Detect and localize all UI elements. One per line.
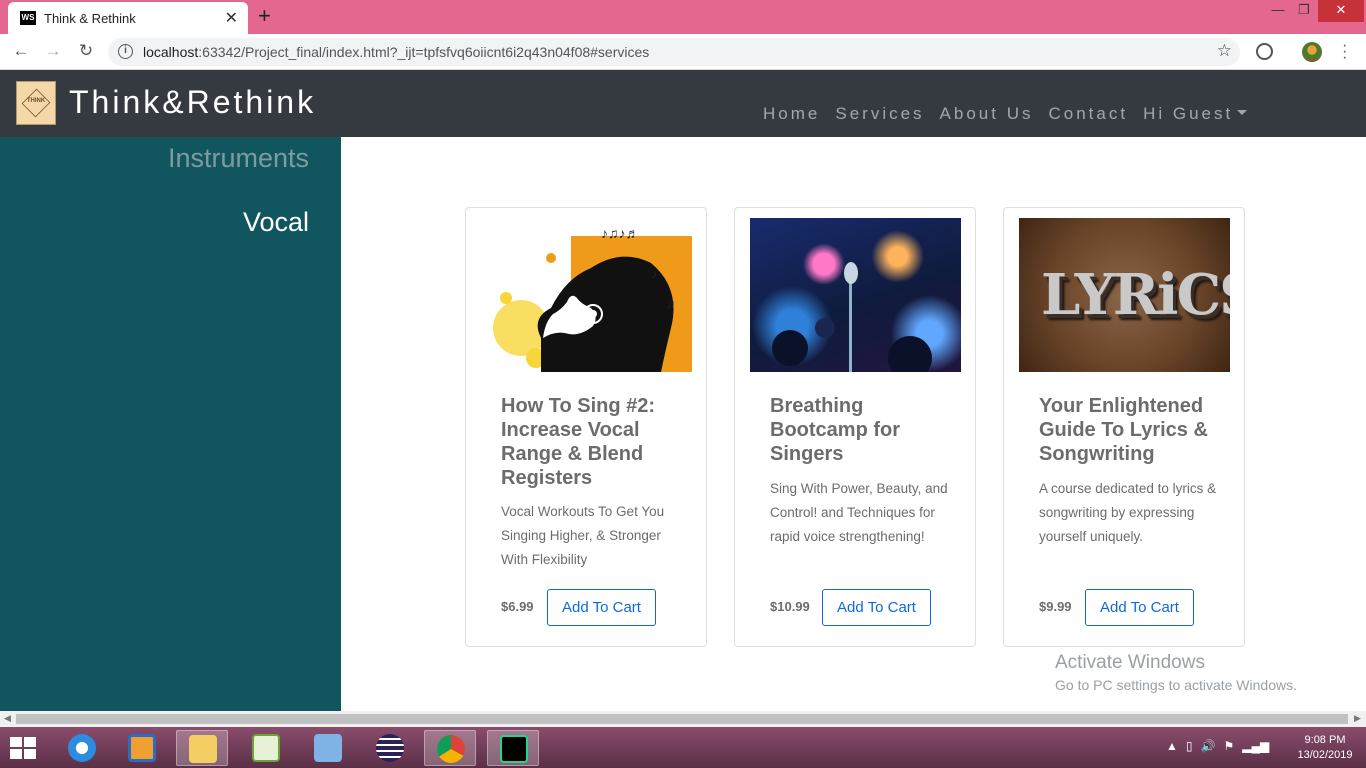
sidebar-item-vocal[interactable]: Vocal (243, 207, 309, 238)
nav-user-dropdown[interactable]: Hi Guest (1143, 104, 1247, 124)
browser-tab-strip: WS Think & Rethink ✕ + — ❐ ✕ (0, 0, 1366, 34)
course-price: $10.99 (770, 599, 810, 614)
tray-expand-icon[interactable]: ▲ (1166, 739, 1178, 753)
scroll-left-icon[interactable]: ◀ (4, 713, 11, 724)
category-sidebar: Instruments Vocal (0, 137, 341, 711)
course-card: LYRiCS Your Enlightened Guide To Lyrics … (1003, 207, 1245, 647)
add-to-cart-button[interactable]: Add To Cart (547, 589, 656, 626)
course-price: $6.99 (501, 599, 534, 614)
window-close-button[interactable]: ✕ (1318, 0, 1364, 22)
scroll-right-icon[interactable]: ▶ (1354, 713, 1361, 724)
browser-tab[interactable]: WS Think & Rethink ✕ (8, 2, 248, 34)
course-description: Vocal Workouts To Get You Singing Higher… (501, 504, 665, 567)
window-minimize-button[interactable]: — (1266, 0, 1290, 22)
notepad-plus-icon[interactable] (240, 730, 292, 766)
course-description: Sing With Power, Beauty, and Control! an… (770, 481, 948, 544)
system-tray: ▲ ▯ 🔊 ⚑ ▂▄▆ (1166, 739, 1269, 753)
nav-services[interactable]: Services (835, 104, 924, 124)
eclipse-icon[interactable] (364, 730, 416, 766)
site-navbar: THINK Think&Rethink Home Services About … (0, 70, 1366, 137)
media-player-icon[interactable] (116, 730, 168, 766)
course-title[interactable]: How To Sing #2: Increase Vocal Range & B… (501, 394, 681, 490)
tab-title: Think & Rethink (44, 11, 136, 26)
webstorm-favicon-icon: WS (20, 11, 36, 25)
forward-arrow-icon[interactable]: → (42, 41, 64, 61)
file-explorer-icon[interactable] (176, 730, 228, 766)
internet-explorer-icon[interactable] (56, 730, 108, 766)
new-tab-button[interactable]: + (258, 4, 271, 28)
svg-text:♪: ♪ (651, 267, 657, 281)
course-image-singer: ♪♫♪♬ ♪ ♫ (481, 218, 692, 372)
bookmark-star-icon[interactable]: ☆ (1217, 41, 1232, 61)
svg-text:♫: ♫ (666, 297, 675, 311)
nav-about-us[interactable]: About Us (940, 104, 1034, 124)
lyrics-letterpress-text: LYRiCS (1041, 262, 1230, 328)
reload-icon[interactable]: ↻ (75, 41, 97, 61)
browser-menu-icon[interactable]: · · · (1342, 38, 1347, 66)
browser-toolbar: ← → ↻ i localhost:63342/Project_final/in… (0, 34, 1366, 70)
control-panel-icon[interactable] (302, 730, 354, 766)
course-price: $9.99 (1039, 599, 1072, 614)
url-text: localhost:63342/Project_final/index.html… (143, 44, 650, 60)
nav-contact[interactable]: Contact (1048, 104, 1128, 124)
volume-icon[interactable]: 🔊 (1201, 739, 1216, 753)
windows-taskbar: ▲ ▯ 🔊 ⚑ ▂▄▆ 9:08 PM 13/02/2019 (0, 727, 1366, 768)
add-to-cart-button[interactable]: Add To Cart (822, 589, 931, 626)
horizontal-scrollbar[interactable]: ◀ ▶ (0, 711, 1366, 727)
svg-text:♪♫♪♬: ♪♫♪♬ (601, 225, 640, 241)
sidebar-item-instruments[interactable]: Instruments (168, 143, 309, 174)
course-card: ♪♫♪♬ ♪ ♫ How To Sing #2: Increase Vocal … (465, 207, 707, 647)
system-clock[interactable]: 9:08 PM 13/02/2019 (1290, 733, 1360, 763)
profile-avatar-icon[interactable] (1302, 42, 1322, 62)
course-card: Breathing Bootcamp for Singers Sing With… (734, 207, 976, 647)
history-icon[interactable] (1256, 43, 1273, 60)
add-to-cart-button[interactable]: Add To Cart (1085, 589, 1194, 626)
site-brand[interactable]: Think&Rethink (69, 84, 316, 121)
nav-home[interactable]: Home (763, 104, 820, 124)
tab-close-icon[interactable]: ✕ (225, 8, 238, 28)
back-arrow-icon[interactable]: ← (10, 41, 32, 61)
network-devices-icon[interactable]: ▯ (1186, 739, 1193, 753)
main-nav: Home Services About Us Contact Hi Guest (763, 104, 1262, 124)
windows-start-icon[interactable] (10, 737, 38, 759)
scrollbar-thumb[interactable] (16, 714, 1348, 724)
course-image-lyrics: LYRiCS (1019, 218, 1230, 372)
site-info-icon[interactable]: i (118, 44, 133, 59)
signal-icon[interactable]: ▂▄▆ (1242, 739, 1269, 753)
flag-icon[interactable]: ⚑ (1223, 739, 1234, 753)
chrome-icon[interactable] (424, 730, 476, 766)
activate-windows-watermark: Activate Windows Go to PC settings to ac… (1055, 652, 1297, 693)
course-title[interactable]: Breathing Bootcamp for Singers (770, 394, 950, 466)
course-description: A course dedicated to lyrics & songwriti… (1039, 481, 1217, 544)
course-title[interactable]: Your Enlightened Guide To Lyrics & Songw… (1039, 394, 1219, 466)
window-restore-button[interactable]: ❐ (1292, 0, 1316, 22)
address-bar[interactable]: i localhost:63342/Project_final/index.ht… (108, 38, 1240, 66)
site-logo[interactable]: THINK (16, 81, 56, 125)
course-image-concert (750, 218, 961, 372)
webstorm-icon[interactable] (487, 730, 539, 766)
